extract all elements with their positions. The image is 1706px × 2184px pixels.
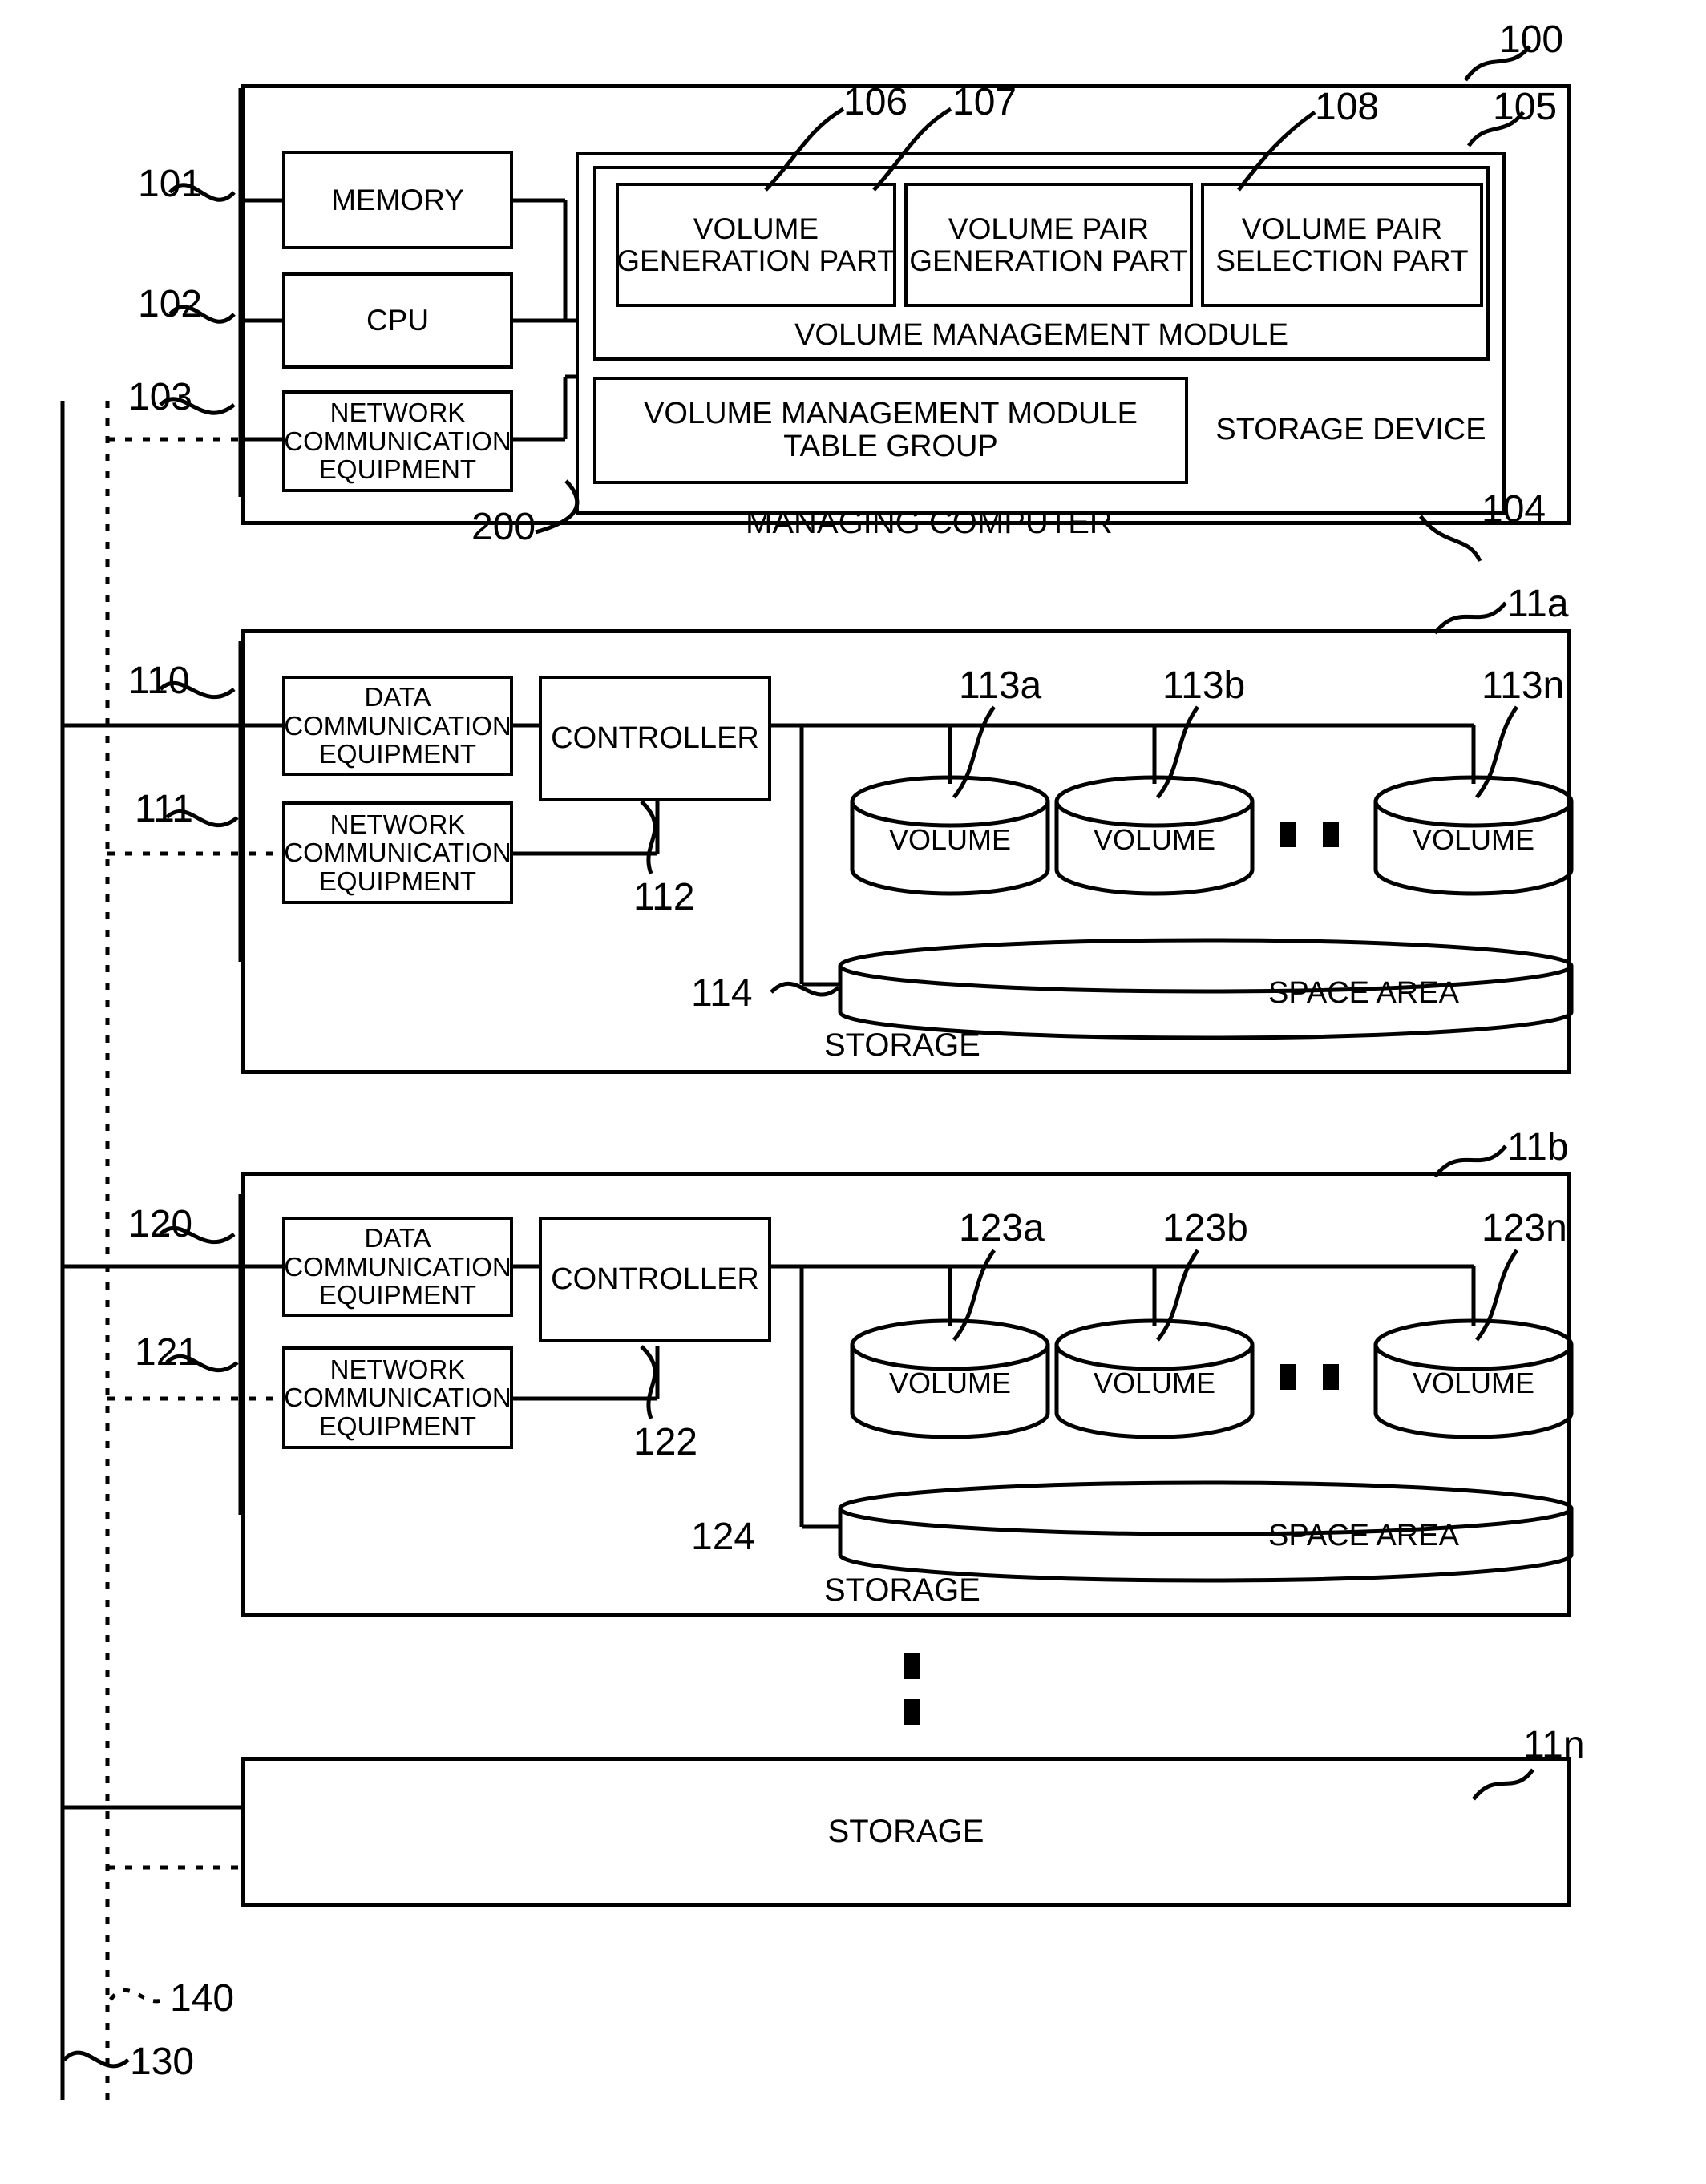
ref-123b: 123b: [1162, 1207, 1248, 1249]
storage-11a-data-comm-label: DATA COMMUNICATION EQUIPMENT: [284, 682, 511, 769]
storage-11b-volume-123n-label: VOLUME: [1412, 1367, 1535, 1399]
ref-107: 107: [952, 81, 1017, 123]
ref-113b: 113b: [1162, 664, 1246, 707]
ref-100: 100: [1499, 18, 1564, 61]
ref-108: 108: [1315, 86, 1380, 128]
ref-102: 102: [138, 283, 203, 325]
storage-11b-ellipsis-dot-2: [1323, 1364, 1339, 1390]
storage-11a-ellipsis-dot-2: [1323, 822, 1339, 847]
storage-11a-ellipsis-dot-1: [1280, 822, 1296, 847]
ref-11a: 11a: [1507, 583, 1569, 625]
ref-113a: 113a: [959, 664, 1042, 707]
storage-11b-ellipsis-dot-1: [1280, 1364, 1296, 1390]
volume-management-module-caption: VOLUME MANAGEMENT MODULE: [794, 318, 1288, 353]
ref-200: 200: [471, 506, 536, 548]
storage-11a-volume-113a-label: VOLUME: [888, 823, 1012, 856]
ref-104: 104: [1482, 488, 1546, 531]
ref-124: 124: [691, 1516, 756, 1558]
volume-pair-generation-part-label: VOLUME PAIR GENERATION PART: [909, 212, 1188, 277]
vertical-ellipsis-dot-2: [904, 1699, 920, 1725]
volume-generation-part-label: VOLUME GENERATION PART: [617, 212, 895, 277]
ref-11b: 11b: [1507, 1126, 1569, 1169]
ref-101: 101: [138, 163, 203, 205]
ref-123n: 123n: [1482, 1207, 1567, 1249]
memory-label: MEMORY: [331, 183, 464, 216]
storage-11b-network-comm-label: NETWORK COMMUNICATION EQUIPMENT: [284, 1354, 511, 1441]
storage-11a-caption: STORAGE: [824, 1027, 980, 1063]
ref-112: 112: [633, 876, 695, 918]
ref-114: 114: [691, 972, 753, 1015]
storage-11a-volume-113b-label: VOLUME: [1093, 823, 1216, 856]
ref-123a: 123a: [959, 1207, 1045, 1249]
ref-103: 103: [128, 376, 193, 418]
storage-11b-data-comm-label: DATA COMMUNICATION EQUIPMENT: [284, 1223, 511, 1310]
managing-network-comm-label: NETWORK COMMUNICATION EQUIPMENT: [284, 398, 511, 485]
cpu-label: CPU: [366, 304, 430, 337]
storage-11n-caption: STORAGE: [827, 1814, 984, 1850]
ref-110: 110: [128, 660, 190, 702]
storage-11a-volume-113n-label: VOLUME: [1412, 823, 1535, 856]
storage-device-label: STORAGE DEVICE: [1215, 413, 1486, 447]
ref-122: 122: [633, 1421, 698, 1463]
storage-11b-controller-label: CONTROLLER: [551, 1262, 759, 1296]
managing-computer-caption: MANAGING COMPUTER: [746, 505, 1113, 540]
ref-121: 121: [135, 1331, 200, 1374]
storage-11b-caption: STORAGE: [824, 1572, 980, 1608]
ref-120: 120: [128, 1203, 193, 1245]
storage-11a-network-comm-label: NETWORK COMMUNICATION EQUIPMENT: [284, 809, 511, 896]
ref-111: 111: [135, 788, 193, 830]
ref-106: 106: [843, 81, 908, 123]
ref-11n: 11n: [1523, 1724, 1585, 1766]
volume-management-table-group-label: VOLUME MANAGEMENT MODULE TABLE GROUP: [644, 396, 1138, 463]
ref-113n: 113n: [1482, 664, 1565, 707]
ref-140: 140: [170, 1977, 235, 2020]
storage-11a-controller-label: CONTROLLER: [551, 721, 759, 755]
volume-pair-selection-part-label: VOLUME PAIR SELECTION PART: [1215, 212, 1469, 277]
storage-11b-volume-123a-label: VOLUME: [888, 1367, 1012, 1399]
patent-figure: MEMORY CPU NETWORK COMMUNICATION EQUIPME…: [0, 0, 1706, 2184]
vertical-ellipsis-dot-1: [904, 1653, 920, 1679]
storage-11b-space-area-label: SPACE AREA: [1268, 1519, 1459, 1552]
ref-105: 105: [1493, 86, 1558, 128]
storage-11a-space-area-label: SPACE AREA: [1268, 976, 1459, 1010]
storage-11b-volume-123b-label: VOLUME: [1093, 1367, 1216, 1399]
ref-130: 130: [130, 2041, 195, 2083]
